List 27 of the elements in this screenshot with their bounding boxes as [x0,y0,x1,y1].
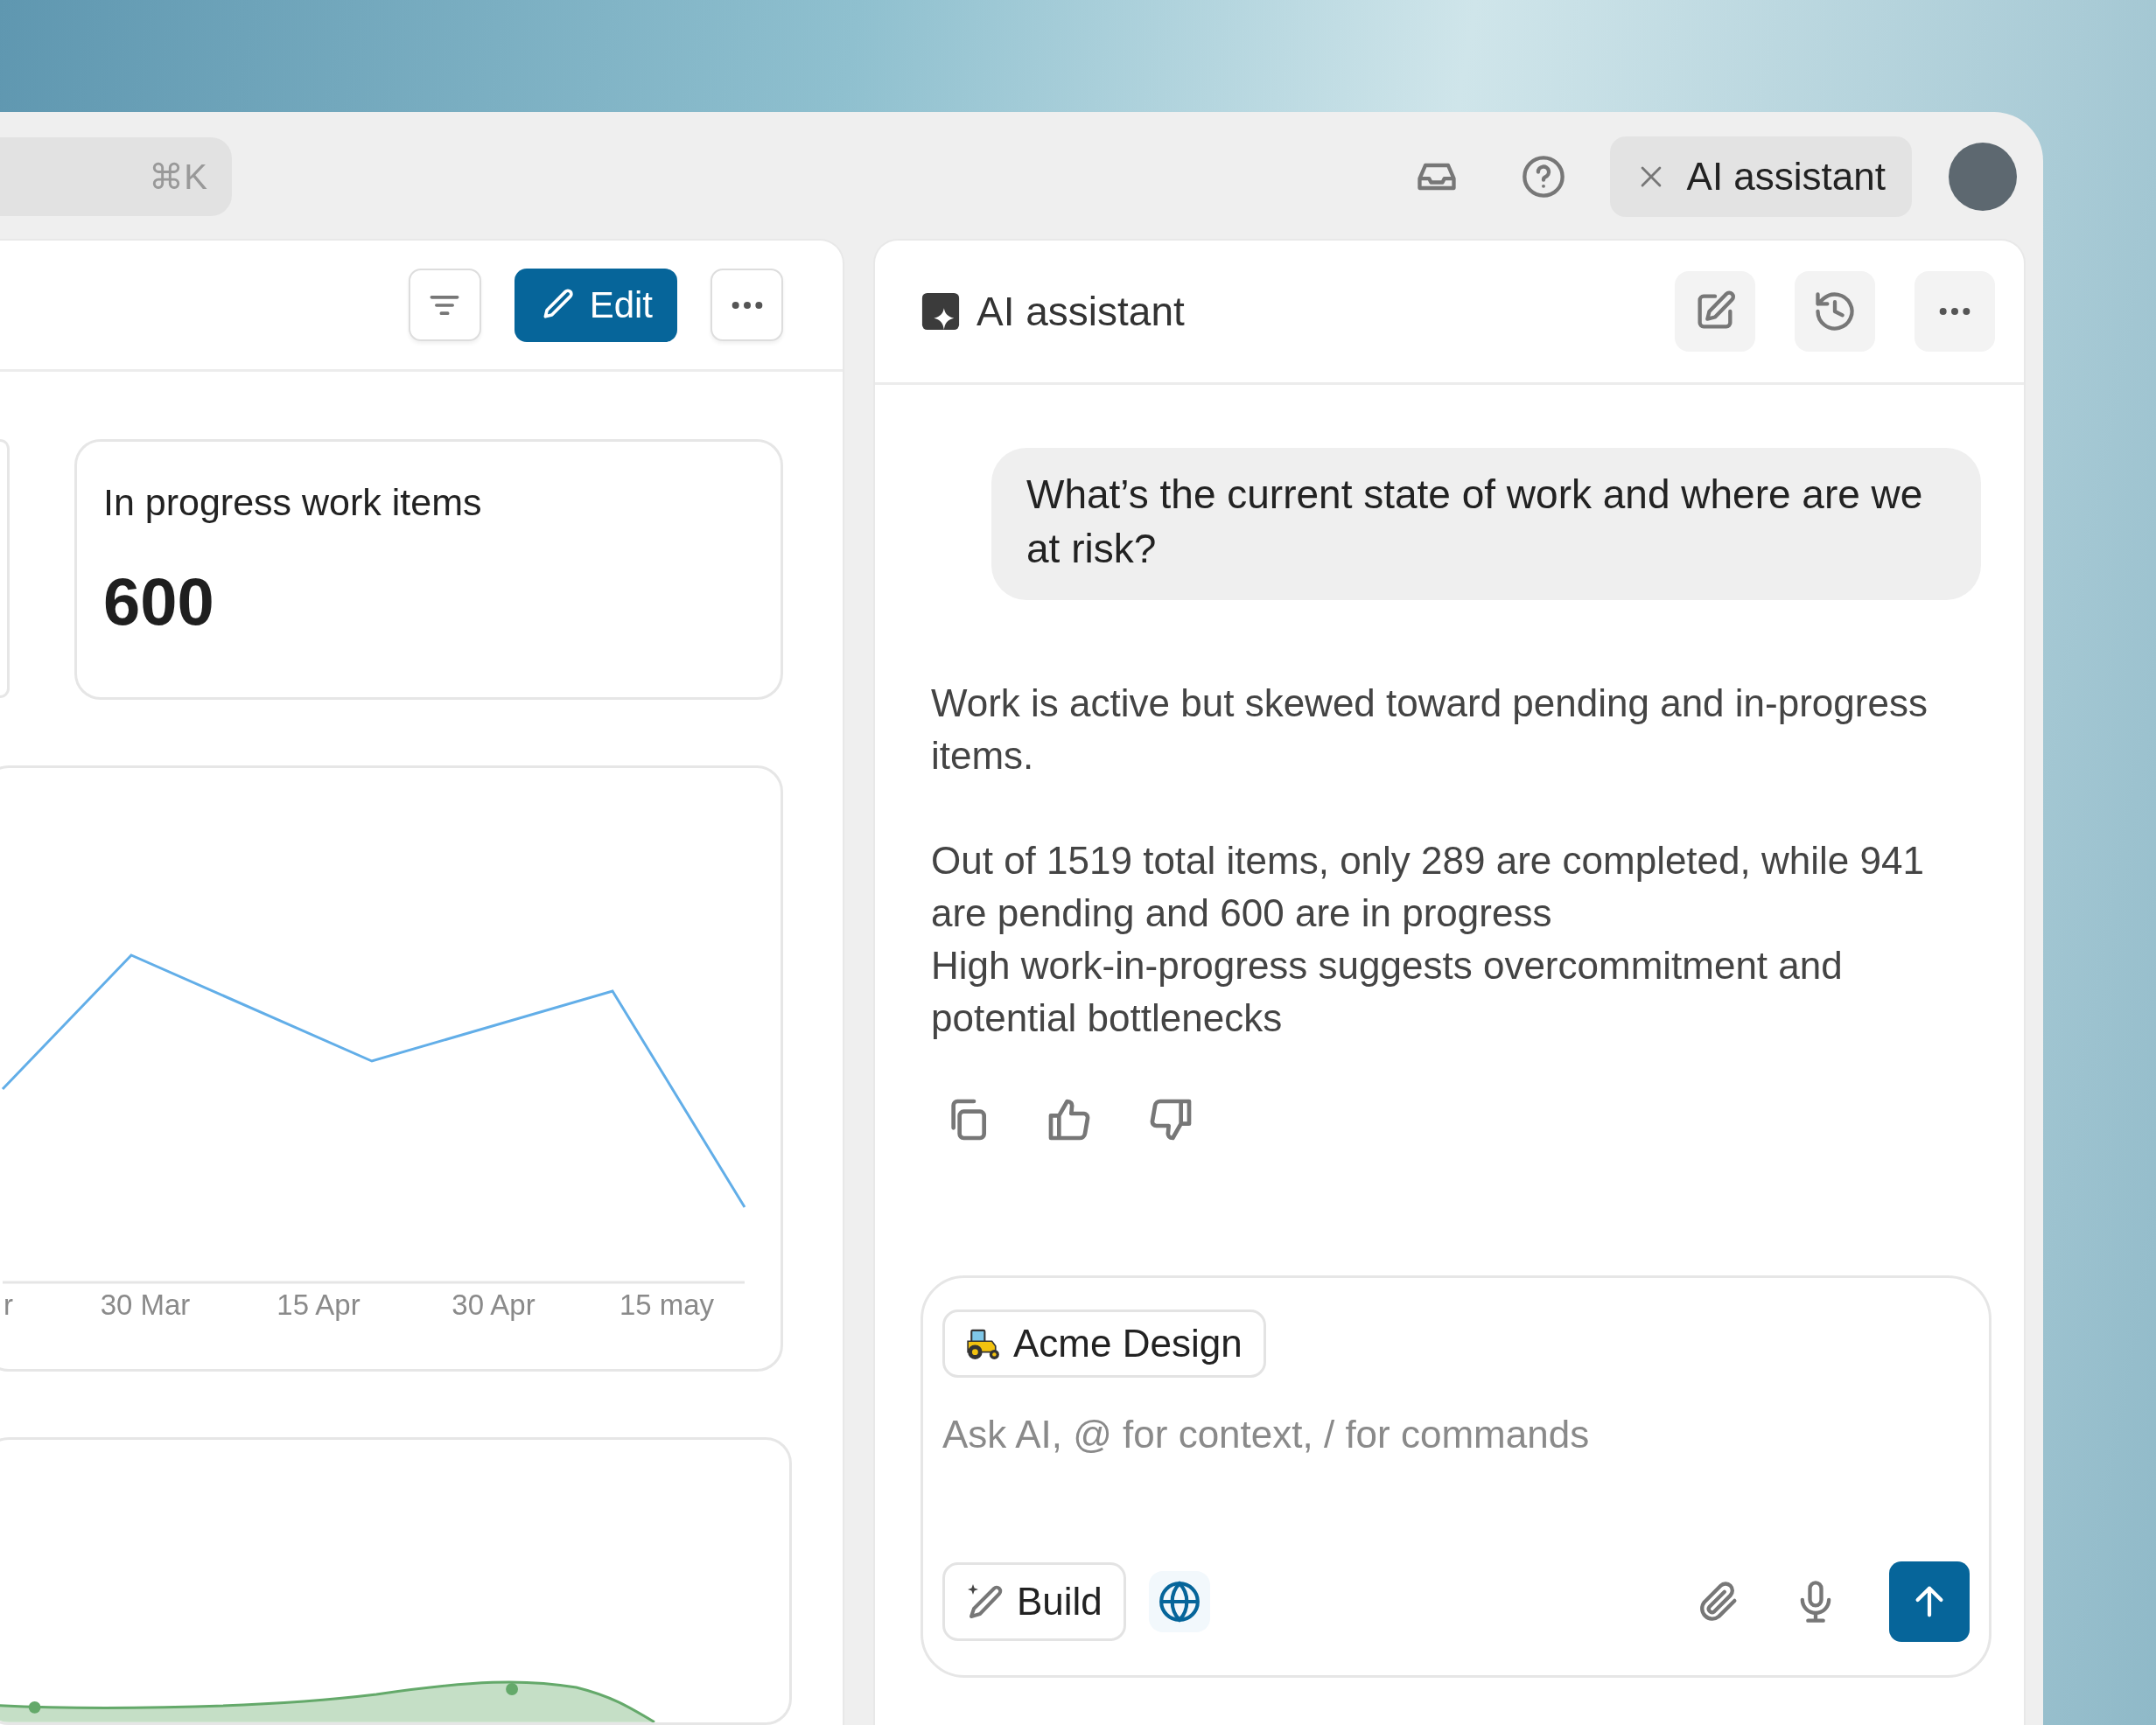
axis-label: 30 Apr [452,1289,536,1321]
response-text: Out of 1519 total items, only 289 are completed, while 941 are pending and 600 are in progress [931,838,1925,936]
response-text: Work is active but skewed toward pending and in-progress items. [931,681,1928,779]
sparkle-square-icon [920,291,961,332]
axis-label: 30 Mar [100,1289,191,1321]
axis-label: 15 may [619,1289,715,1321]
filter-button[interactable] [408,269,481,341]
panel-title: AI assistant [976,288,1186,335]
web-search-button[interactable] [1148,1571,1210,1632]
response-text: High work-in-progress suggests overcommitment and potential bottlenecks [931,943,1844,1041]
new-chat-button[interactable] [1675,271,1755,352]
more-button[interactable] [710,269,783,341]
more-icon [1937,305,1972,318]
ai-assistant-toggle[interactable]: AI assistant [1609,136,1912,217]
axis-label: r [4,1289,13,1321]
metric-value: 600 [103,563,215,639]
axis-label: 15 Apr [276,1289,360,1321]
help-button[interactable] [1520,153,1566,199]
send-button[interactable] [1889,1561,1970,1642]
help-icon [1520,153,1566,199]
build-button[interactable]: Build [942,1562,1126,1641]
context-chip[interactable]: Acme Design [942,1309,1266,1378]
metric-title: In progress work items [103,481,483,524]
user-message: What’s the current state of work and where are we at risk? [991,448,1981,600]
globe-icon [1157,1580,1201,1624]
history-button[interactable] [1795,271,1875,352]
edit-button[interactable]: Edit [514,268,677,342]
